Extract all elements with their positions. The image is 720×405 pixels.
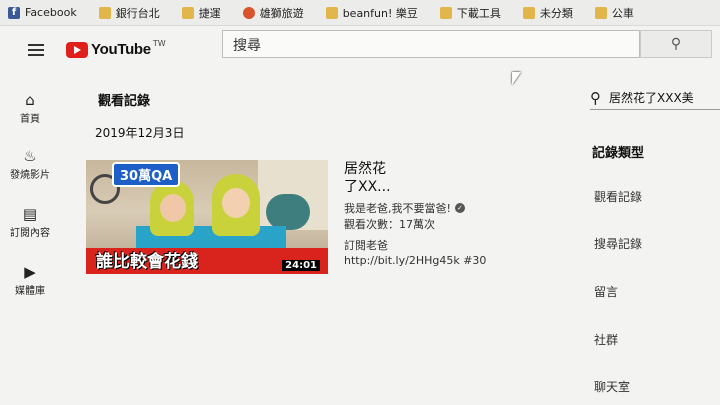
bookmark-label: 下載工具: [456, 6, 501, 20]
video-title[interactable]: 居然花 了XX...: [344, 160, 424, 196]
channel-name[interactable]: 我是老爸,我不要當爸! ✓: [344, 200, 465, 216]
home-icon: ⌂: [25, 91, 35, 109]
fire-icon: ♨: [23, 147, 37, 165]
bookmark-folder-uncategorized[interactable]: 未分類: [522, 5, 573, 21]
view-count: 觀看次數：17萬次: [344, 218, 435, 231]
video-description-line: http://bit.ly/2HHg45k #30: [344, 254, 487, 267]
history-type-watch[interactable]: 觀看記錄: [594, 188, 642, 205]
page-title: 觀看記錄: [98, 94, 151, 109]
youtube-play-icon: [66, 41, 88, 58]
thumbnail-badge: 30萬QA: [112, 162, 181, 187]
nav-label: 媒體庫: [15, 286, 45, 297]
bookmark-label: beanfun! 樂豆: [342, 6, 418, 20]
folder-icon: [325, 6, 338, 19]
folder-icon: [98, 6, 111, 19]
nav-item-subscriptions[interactable]: ▤ 訂閱內容: [0, 204, 60, 239]
menu-icon[interactable]: [28, 44, 44, 56]
video-duration: 24:01: [282, 260, 320, 271]
search-input[interactable]: 搜尋: [222, 30, 640, 58]
search-icon: ⚲: [590, 88, 601, 107]
bookmark-label: 銀行台北: [115, 6, 160, 20]
subscriptions-icon: ▤: [22, 205, 38, 223]
region-code: TW: [152, 39, 166, 48]
bookmark-folder-mrt[interactable]: 捷運: [181, 5, 221, 21]
folder-icon: [439, 6, 452, 19]
verified-icon: ✓: [454, 203, 465, 213]
library-icon: ▶: [24, 263, 36, 281]
thumbnail-caption: 誰比較會花錢: [96, 252, 198, 272]
bookmarks-bar: f Facebook 銀行台北 捷運 雄獅旅遊 beanfun! 樂豆 下載工具 …: [0, 0, 720, 26]
history-search-input[interactable]: ⚲ 居然花了XXX美: [590, 86, 720, 110]
nav-label: 首頁: [20, 114, 40, 125]
history-type-comments[interactable]: 留言: [594, 283, 618, 300]
history-type-chat[interactable]: 聊天室: [594, 378, 630, 395]
youtube-logo[interactable]: YouTube TW: [66, 39, 166, 58]
bookmark-folder-bus[interactable]: 公車: [594, 5, 634, 21]
nav-item-library[interactable]: ▶ 媒體庫: [0, 262, 60, 297]
folder-icon: [594, 6, 607, 19]
history-type-community[interactable]: 社群: [594, 331, 618, 348]
bookmark-label: 未分類: [539, 6, 573, 20]
date-heading: 2019年12月3日: [95, 126, 185, 140]
video-description-line: 訂閱老爸: [344, 239, 388, 252]
history-type-search[interactable]: 搜尋記錄: [594, 235, 642, 252]
bookmark-folder-downloads[interactable]: 下載工具: [439, 5, 501, 21]
nav-label: 發燒影片: [10, 170, 50, 181]
search-icon: ⚲: [670, 36, 682, 52]
nav-item-trending[interactable]: ♨ 發燒影片: [0, 146, 60, 181]
bookmark-label: 捷運: [198, 6, 221, 20]
game-icon: [242, 6, 255, 19]
folder-icon: [181, 6, 194, 19]
history-type-title: 記錄類型: [592, 146, 645, 161]
nav-label: 訂閱內容: [10, 228, 50, 239]
bookmark-label: 公車: [611, 6, 634, 20]
bookmark-label: Facebook: [25, 6, 77, 19]
folder-icon: [522, 6, 535, 19]
video-thumbnail[interactable]: 30萬QA 誰比較會花錢 24:01: [86, 160, 328, 274]
bookmark-label: 雄獅旅遊: [259, 6, 304, 20]
search-button[interactable]: ⚲: [640, 30, 712, 58]
mouse-cursor-icon: [512, 72, 521, 85]
bookmark-travel[interactable]: 雄獅旅遊: [242, 5, 304, 21]
bookmark-facebook[interactable]: f Facebook: [8, 6, 77, 19]
facebook-icon: f: [8, 6, 20, 19]
bookmark-folder-bank[interactable]: 銀行台北: [98, 5, 160, 21]
logo-text: YouTube: [91, 41, 151, 58]
nav-item-home[interactable]: ⌂ 首頁: [0, 90, 60, 125]
bookmark-beanfun[interactable]: beanfun! 樂豆: [325, 5, 418, 21]
